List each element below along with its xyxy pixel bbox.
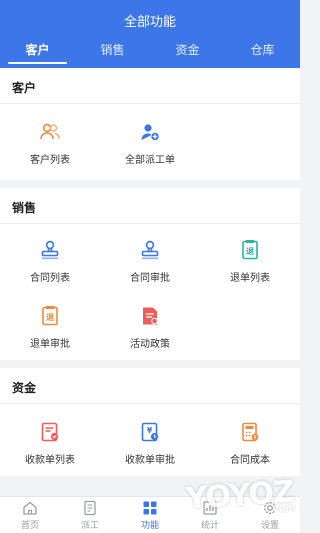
tabbar-functions[interactable]: 功能 (120, 497, 180, 533)
section-title: 销售 (0, 188, 300, 224)
section-title: 资金 (0, 368, 300, 404)
item-label: 合同成本 (230, 454, 270, 466)
item-all-work-orders[interactable]: 全部派工单 (100, 110, 200, 176)
item-return-list[interactable]: 退 退单列表 (200, 228, 300, 294)
stamp-icon (39, 239, 61, 261)
section-grid: 合同列表 合同审批 退 退单列表 退 退单审批 活动政策 (0, 224, 300, 360)
document-icon (84, 500, 96, 515)
svg-text:¥: ¥ (253, 435, 256, 441)
item-label: 合同审批 (130, 272, 170, 284)
people-icon (39, 121, 61, 143)
grid-icon (143, 501, 157, 514)
section-customer: 客户 客户列表 全部派工单 (0, 68, 300, 180)
tabbar-label: 设置 (260, 520, 279, 531)
item-contract-cost[interactable]: ¥ 合同成本 (200, 410, 300, 476)
calculator-icon: ¥ (239, 421, 261, 443)
item-promotion-policy[interactable]: 活动政策 (100, 294, 200, 360)
tab-sales[interactable]: 销售 (75, 38, 150, 68)
item-label: 收款单审批 (125, 454, 175, 466)
tabbar-label: 派工 (80, 520, 99, 531)
item-label: 客户列表 (30, 154, 70, 166)
page-title: 全部功能 (123, 15, 176, 30)
item-label: 收款单列表 (25, 454, 75, 466)
tabbar-label: 首页 (20, 520, 39, 531)
function-list[interactable]: 客户 客户列表 全部派工单 销售 合同列表 合同审批 退 退单列表 退 退单审批… (0, 68, 300, 496)
tabbar-dispatch[interactable]: 派工 (60, 497, 120, 533)
item-label: 退单列表 (230, 272, 270, 284)
header: 全部功能 客户 销售 资金 仓库 (0, 0, 300, 68)
return-doc-icon: 退 (39, 305, 61, 327)
watermark-logo: YOYOZ .com (185, 474, 295, 520)
stamp-icon (139, 239, 161, 261)
item-label: 退单审批 (30, 338, 70, 350)
receipt-approve-icon: ¥ (139, 421, 161, 443)
item-label: 活动政策 (130, 338, 170, 350)
svg-text:退: 退 (246, 247, 254, 256)
section-grid: 客户列表 全部派工单 (0, 104, 300, 180)
user-add-icon (139, 121, 161, 143)
svg-text:¥: ¥ (147, 426, 153, 435)
svg-text:退: 退 (46, 313, 54, 322)
tab-warehouse[interactable]: 仓库 (225, 38, 300, 68)
return-doc-icon: 退 (239, 239, 261, 261)
tab-customer[interactable]: 客户 (0, 38, 75, 68)
tab-funds[interactable]: 资金 (150, 38, 225, 68)
item-return-approval[interactable]: 退 退单审批 (0, 294, 100, 360)
category-tabs: 客户 销售 资金 仓库 (0, 38, 300, 68)
tabbar-label: 功能 (140, 520, 159, 531)
home-icon (23, 501, 37, 515)
tabbar-home[interactable]: 首页 (0, 497, 60, 533)
item-contract-list[interactable]: 合同列表 (0, 228, 100, 294)
item-contract-approval[interactable]: 合同审批 (100, 228, 200, 294)
section-title: 客户 (0, 68, 300, 104)
receipt-icon (39, 421, 61, 443)
policy-doc-icon (139, 305, 161, 327)
section-sales: 销售 合同列表 合同审批 退 退单列表 退 退单审批 活动政策 (0, 188, 300, 360)
section-funds: 资金 收款单列表 ¥ 收款单审批 ¥ 合同成本 (0, 368, 300, 476)
item-label: 全部派工单 (125, 154, 175, 166)
item-receipt-approval[interactable]: ¥ 收款单审批 (100, 410, 200, 476)
item-label: 合同列表 (30, 272, 70, 284)
section-grid: 收款单列表 ¥ 收款单审批 ¥ 合同成本 (0, 404, 300, 476)
item-receipt-list[interactable]: 收款单列表 (0, 410, 100, 476)
item-customer-list[interactable]: 客户列表 (0, 110, 100, 176)
